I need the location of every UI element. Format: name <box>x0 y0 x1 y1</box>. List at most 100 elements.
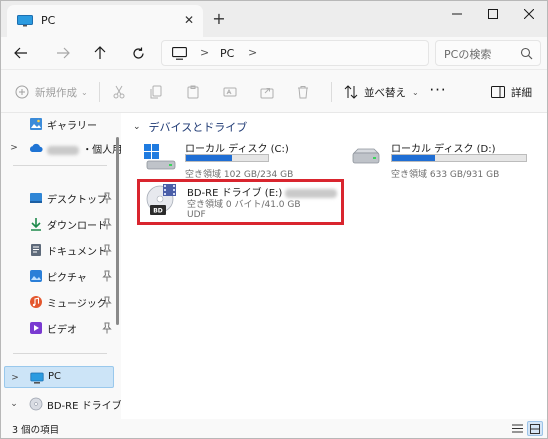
new-tab-button[interactable]: + <box>209 9 229 29</box>
drive-name: ローカル ディスク (C:) <box>185 144 289 155</box>
pin-icon[interactable] <box>102 270 112 282</box>
sidebar-item-videos[interactable]: ビデオ <box>1 317 117 339</box>
new-button[interactable]: 新規作成 ⌄ <box>15 82 88 102</box>
details-view-icon <box>511 424 523 433</box>
onedrive-icon <box>29 143 43 152</box>
minimize-button[interactable] <box>439 1 475 27</box>
pin-icon[interactable] <box>102 192 112 204</box>
share-icon <box>260 88 274 99</box>
close-button[interactable] <box>511 1 547 27</box>
pin-icon[interactable] <box>102 296 112 308</box>
address-row: > PC > <box>1 37 547 69</box>
cut-button[interactable] <box>109 82 129 102</box>
chevron-down-icon: ⌄ <box>133 122 141 132</box>
item-count: 3 個の項目 <box>12 425 60 436</box>
address-bar[interactable]: > PC > <box>161 40 429 66</box>
chevron-down-icon[interactable]: ⌄ <box>9 398 19 410</box>
toolbar-divider <box>331 82 332 102</box>
pin-icon[interactable] <box>102 218 112 230</box>
tab-close-icon[interactable]: ✕ <box>179 10 199 30</box>
sidebar-item-label: ・個人用 <box>47 141 121 156</box>
sidebar-item-label: ミュージック <box>47 299 107 310</box>
breadcrumb-separator[interactable]: > <box>248 46 257 59</box>
chevron-right-icon[interactable]: > <box>10 372 20 384</box>
sidebar-item-bd-drive[interactable]: ⌄ BD-RE ドライブ (E <box>1 393 121 415</box>
sidebar-item-label: ギャラリー <box>47 121 97 132</box>
rename-icon <box>223 87 237 97</box>
sidebar-item-documents[interactable]: ドキュメント <box>1 239 117 261</box>
drive-d[interactable]: ローカル ディスク (D:) 空き領域 633 GB/931 GB <box>349 139 529 191</box>
breadcrumb-separator[interactable]: > <box>200 46 209 59</box>
sidebar-item-label: ドキュメント <box>47 247 107 258</box>
sidebar-item-gallery[interactable]: ギャラリー <box>1 113 117 135</box>
navigation-pane: ギャラリー > ・個人用 デスクトップ ダウンロード ドキュメント ピクチャ ミ… <box>1 113 121 419</box>
chevron-down-icon: ⌄ <box>412 87 419 97</box>
clipboard-icon <box>187 85 199 99</box>
drive-usage-bar <box>391 154 527 162</box>
group-header-devices[interactable]: ⌄ デバイスとドライブ <box>133 119 247 135</box>
sort-arrows-icon <box>344 85 358 99</box>
details-pane-label: 詳細 <box>511 86 532 99</box>
drive-usage-fill <box>392 155 435 161</box>
more-options-button[interactable]: ··· <box>427 82 449 102</box>
pc-icon <box>30 372 44 384</box>
pin-icon[interactable] <box>102 244 112 256</box>
pin-icon[interactable] <box>102 322 112 334</box>
back-button[interactable] <box>11 43 31 63</box>
monitor-icon <box>172 47 187 60</box>
search-icon <box>520 47 533 60</box>
rename-button[interactable] <box>220 82 240 102</box>
content-pane: ⌄ デバイスとドライブ ローカル ディスク (C:) 空き領域 102 GB/2… <box>121 113 547 419</box>
breadcrumb-pc[interactable]: PC <box>220 47 234 60</box>
sidebar-item-downloads[interactable]: ダウンロード <box>1 213 117 235</box>
details-view-button[interactable] <box>509 421 525 436</box>
forward-button[interactable] <box>53 43 73 63</box>
sidebar-scrollbar[interactable] <box>116 137 119 325</box>
plus-circle-icon <box>15 85 29 99</box>
maximize-button[interactable] <box>475 1 511 27</box>
scissors-icon <box>113 85 125 99</box>
sidebar-item-label: ピクチャ <box>47 273 87 284</box>
chevron-down-icon: ⌄ <box>81 87 88 97</box>
new-button-label: 新規作成 <box>35 86 77 99</box>
up-button[interactable] <box>90 43 110 63</box>
sort-button-label: 並べ替え <box>364 86 406 99</box>
arrow-right-icon <box>57 47 70 59</box>
refresh-icon <box>132 47 144 59</box>
command-bar: 新規作成 ⌄ 並べ替え ⌄ ··· 詳細 <box>1 69 547 113</box>
bd-drive-icon <box>29 397 43 411</box>
tab-pc[interactable]: PC ✕ <box>7 5 203 37</box>
sidebar-item-label: BD-RE ドライブ (E <box>47 401 121 412</box>
toolbar-divider <box>99 82 100 102</box>
arrow-up-icon <box>94 46 106 59</box>
copy-icon <box>150 85 162 99</box>
sidebar-item-desktop[interactable]: デスクトップ <box>1 187 117 209</box>
paste-button[interactable] <box>183 82 203 102</box>
sidebar-item-onedrive[interactable]: > ・個人用 <box>1 137 121 159</box>
sidebar-item-pictures[interactable]: ピクチャ <box>1 265 117 287</box>
refresh-button[interactable] <box>128 43 148 63</box>
copy-button[interactable] <box>146 82 166 102</box>
status-bar: 3 個の項目 <box>1 419 547 438</box>
obscured-account-name <box>47 145 79 155</box>
search-input[interactable] <box>444 46 520 62</box>
drive-free-space: 空き領域 633 GB/931 GB <box>391 170 500 180</box>
chevron-right-icon[interactable]: > <box>9 142 19 154</box>
share-button[interactable] <box>257 82 277 102</box>
sidebar-item-label: PC <box>48 371 62 382</box>
windows-drive-icon <box>144 144 176 170</box>
tiles-view-button[interactable] <box>527 421 543 436</box>
sort-button[interactable]: 並べ替え ⌄ <box>344 82 419 102</box>
details-pane-icon <box>491 86 505 98</box>
search-box[interactable] <box>435 40 541 66</box>
drive-name: ローカル ディスク (D:) <box>391 144 496 155</box>
delete-button[interactable] <box>293 82 313 102</box>
minimize-icon <box>452 13 462 15</box>
sidebar-item-pc[interactable]: > PC <box>4 366 114 388</box>
sidebar-item-label: ビデオ <box>47 325 77 336</box>
sidebar-item-music[interactable]: ミュージック <box>1 291 117 313</box>
details-pane-button[interactable]: 詳細 <box>491 82 532 102</box>
documents-icon <box>31 244 41 256</box>
gallery-icon <box>30 118 42 130</box>
sidebar-item-label: ダウンロード <box>47 221 107 232</box>
